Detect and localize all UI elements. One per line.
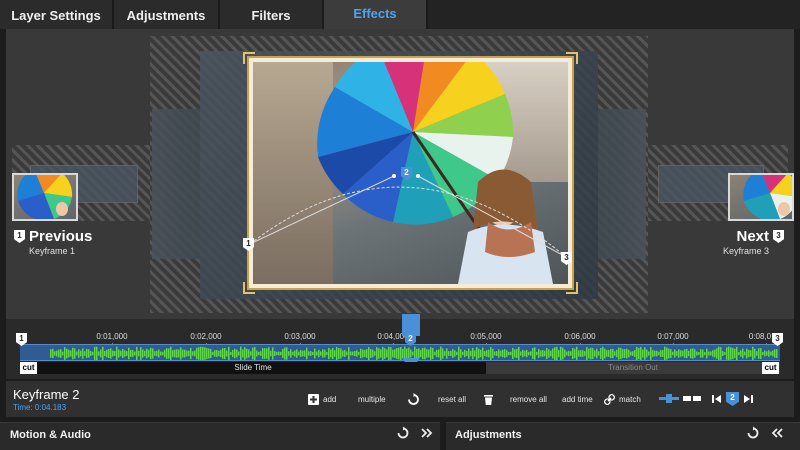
reset-all-label: reset all xyxy=(438,394,467,404)
tab-adjustments[interactable]: Adjustments xyxy=(114,0,220,29)
audio-track[interactable] xyxy=(20,344,780,361)
double-chevron-left-icon[interactable] xyxy=(770,426,784,440)
keyframe-title: Keyframe 2 xyxy=(13,387,80,402)
previous-keyframe-name: Keyframe 1 xyxy=(29,246,76,256)
keyframe-navigator[interactable]: 2 xyxy=(712,392,753,406)
tab-layer-settings[interactable]: Layer Settings xyxy=(0,0,114,29)
tick-label: 0:02,000 xyxy=(190,332,222,341)
reset-icon xyxy=(408,392,419,405)
multiple-button[interactable]: multiple xyxy=(358,392,386,406)
add-keyframe-button[interactable]: add xyxy=(308,392,336,406)
next-keyframe-name: Keyframe 3 xyxy=(722,246,769,256)
cut-end-marker[interactable]: cut xyxy=(762,362,779,374)
previous-label: Previous xyxy=(29,228,93,245)
tick-label: 0:07,000 xyxy=(657,332,689,341)
keyframe-pin-3: 3 xyxy=(773,230,784,243)
add-time-label: add time xyxy=(562,394,593,404)
tick-label: 0:05,000 xyxy=(470,332,502,341)
cut-start-marker[interactable]: cut xyxy=(20,362,37,374)
tick-label: 0:03,000 xyxy=(284,332,316,341)
preview-stage: 1 2 3 1 Previous Keyframe 1 Next 3 Keyfr… xyxy=(6,29,794,319)
timeline-ruler: 0:01,000 0:02,000 0:03,000 0:04,000 0:05… xyxy=(20,327,780,349)
tab-filters[interactable]: Filters xyxy=(220,0,324,29)
reset-all-button[interactable]: reset all xyxy=(407,392,466,406)
next-keyframe-button[interactable]: Next 3 Keyframe 3 xyxy=(723,228,784,256)
motion-audio-title: Motion & Audio xyxy=(10,429,91,441)
trash-icon xyxy=(484,394,493,405)
double-chevron-right-icon[interactable] xyxy=(420,426,434,440)
next-label: Next xyxy=(736,228,769,245)
next-keyframe-icon[interactable] xyxy=(743,394,753,404)
slide-time-bar: Slide Time xyxy=(20,362,486,374)
keyframe-toolbar: Keyframe 2 Time: 0:04.183 add multiple r… xyxy=(6,381,794,417)
motion-audio-panel[interactable]: Motion & Audio xyxy=(0,422,440,450)
next-keyframe-thumbnail[interactable] xyxy=(728,173,794,221)
previous-keyframe-icon[interactable] xyxy=(712,394,722,404)
tick-label: 0:08,0 xyxy=(748,332,772,341)
add-label: add xyxy=(323,394,337,404)
previous-keyframe-button[interactable]: 1 Previous Keyframe 1 xyxy=(14,228,92,256)
timeline-view-icon xyxy=(659,394,701,403)
current-keyframe-badge: 2 xyxy=(726,392,739,406)
reset-icon[interactable] xyxy=(746,426,760,440)
motion-path[interactable] xyxy=(6,29,794,319)
add-time-button[interactable]: add time xyxy=(562,392,593,406)
tab-effects[interactable]: Effects xyxy=(324,0,428,29)
link-icon xyxy=(604,393,615,405)
tick-label: 0:06,000 xyxy=(564,332,596,341)
transition-out-bar: Transition Out xyxy=(486,362,780,374)
timeline-view-toggle[interactable] xyxy=(659,392,703,406)
remove-all-label: remove all xyxy=(510,394,547,404)
multiple-label: multiple xyxy=(358,394,386,404)
plus-icon xyxy=(308,393,319,405)
match-button[interactable]: match xyxy=(604,392,641,406)
reset-icon[interactable] xyxy=(396,426,410,440)
audio-waveform xyxy=(50,346,778,360)
timeline[interactable]: 0:01,000 0:02,000 0:03,000 0:04,000 0:05… xyxy=(6,314,794,379)
remove-all-button[interactable]: remove all xyxy=(483,392,547,406)
keyframe-time: Time: 0:04.183 xyxy=(13,403,67,412)
match-label: match xyxy=(619,394,641,404)
keyframe-pin-1: 1 xyxy=(14,230,25,243)
adjustments-title: Adjustments xyxy=(455,429,522,441)
tab-bar: Layer Settings Adjustments Filters Effec… xyxy=(0,0,800,29)
previous-keyframe-thumbnail[interactable] xyxy=(12,173,78,221)
adjustments-panel[interactable]: Adjustments xyxy=(446,422,800,450)
tick-label: 0:01,000 xyxy=(96,332,128,341)
